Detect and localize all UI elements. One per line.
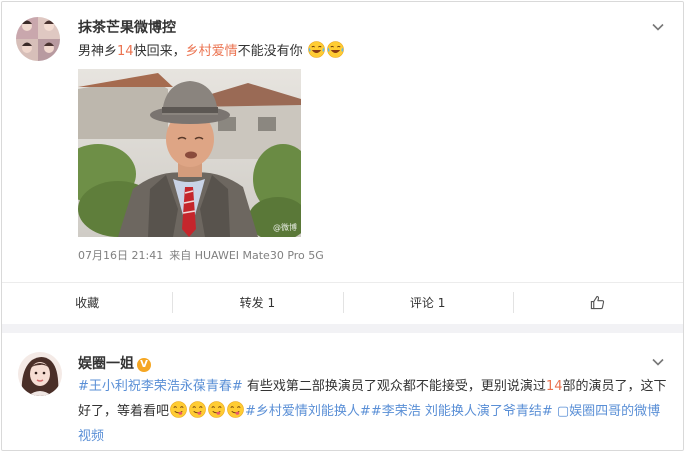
post-text-part: 快回来， — [133, 44, 186, 59]
like-button[interactable] — [512, 283, 683, 322]
repost-label: 转发 1 — [239, 296, 276, 310]
user-avatar[interactable] — [16, 17, 60, 61]
collect-button[interactable]: 收藏 — [2, 283, 172, 322]
post-photo[interactable]: @微博 — [78, 69, 301, 237]
laughing-crying-emoji-icon — [307, 41, 325, 58]
post-actions-bar: 收藏 转发 1 评论 1 — [2, 283, 683, 322]
photo-watermark: @微博 — [273, 223, 297, 232]
comment-button[interactable]: 评论 1 — [342, 283, 513, 322]
repost-button[interactable]: 转发 1 — [172, 283, 342, 322]
yummy-emoji-icon — [227, 401, 244, 418]
username-text[interactable]: 娱圈一姐 — [78, 356, 134, 372]
post-source: 来自 HUAWEI Mate30 Pro 5G — [169, 249, 324, 262]
topic-link[interactable]: 乡村爱情 — [186, 44, 238, 59]
chevron-down-icon[interactable] — [651, 355, 665, 369]
post-text-part: 男神乡 — [78, 44, 118, 59]
comment-label: 评论 1 — [409, 296, 446, 310]
collect-label: 收藏 — [75, 296, 100, 310]
post-meta: 07月16日 21:41 来自 HUAWEI Mate30 Pro 5G — [78, 247, 324, 263]
post-text: #王小利祝李荣浩永葆青春# 有些戏第二部换演员了观众都不能接受，更别说演过14部… — [78, 374, 668, 449]
post-text: 男神乡14快回来，乡村爱情不能没有你 — [78, 39, 345, 64]
hashtag-link[interactable]: #王小利祝李荣浩永葆青春# — [78, 379, 243, 394]
weibo-post-card: 娱圈一姐 V #王小利祝李荣浩永葆青春# 有些戏第二部换演员了观众都不能接受，更别… — [2, 333, 683, 450]
thumb-up-icon — [591, 295, 605, 310]
post-number: 14 — [117, 44, 134, 59]
verified-badge-icon: V — [137, 358, 151, 372]
yummy-emoji-icon — [170, 401, 187, 418]
laughing-crying-emoji-icon — [326, 41, 344, 58]
post-text-part: 不能没有你 — [237, 44, 303, 59]
hashtag-link[interactable]: #李荣浩 刘能换人演了爷青结# — [371, 404, 553, 419]
post-date[interactable]: 07月16日 21:41 — [78, 249, 163, 262]
yummy-emoji-icon — [189, 401, 206, 418]
hashtag-link[interactable]: #乡村爱情刘能换人# — [245, 404, 371, 419]
weibo-feed: 抹茶芒果微博控 男神乡14快回来，乡村爱情不能没有你 @微博 07月16日 21… — [1, 1, 684, 451]
post-number: 14 — [545, 379, 563, 394]
username: 娱圈一姐 V — [78, 353, 151, 373]
chevron-down-icon[interactable] — [651, 20, 665, 34]
username[interactable]: 抹茶芒果微博控 — [78, 17, 176, 37]
user-avatar[interactable] — [18, 352, 62, 396]
weibo-post-card: 抹茶芒果微博控 男神乡14快回来，乡村爱情不能没有你 @微博 07月16日 21… — [2, 2, 683, 324]
yummy-emoji-icon — [208, 401, 225, 418]
post-text-part: 有些戏第二部换演员了观众都不能接受，更别说演过 — [242, 379, 546, 394]
